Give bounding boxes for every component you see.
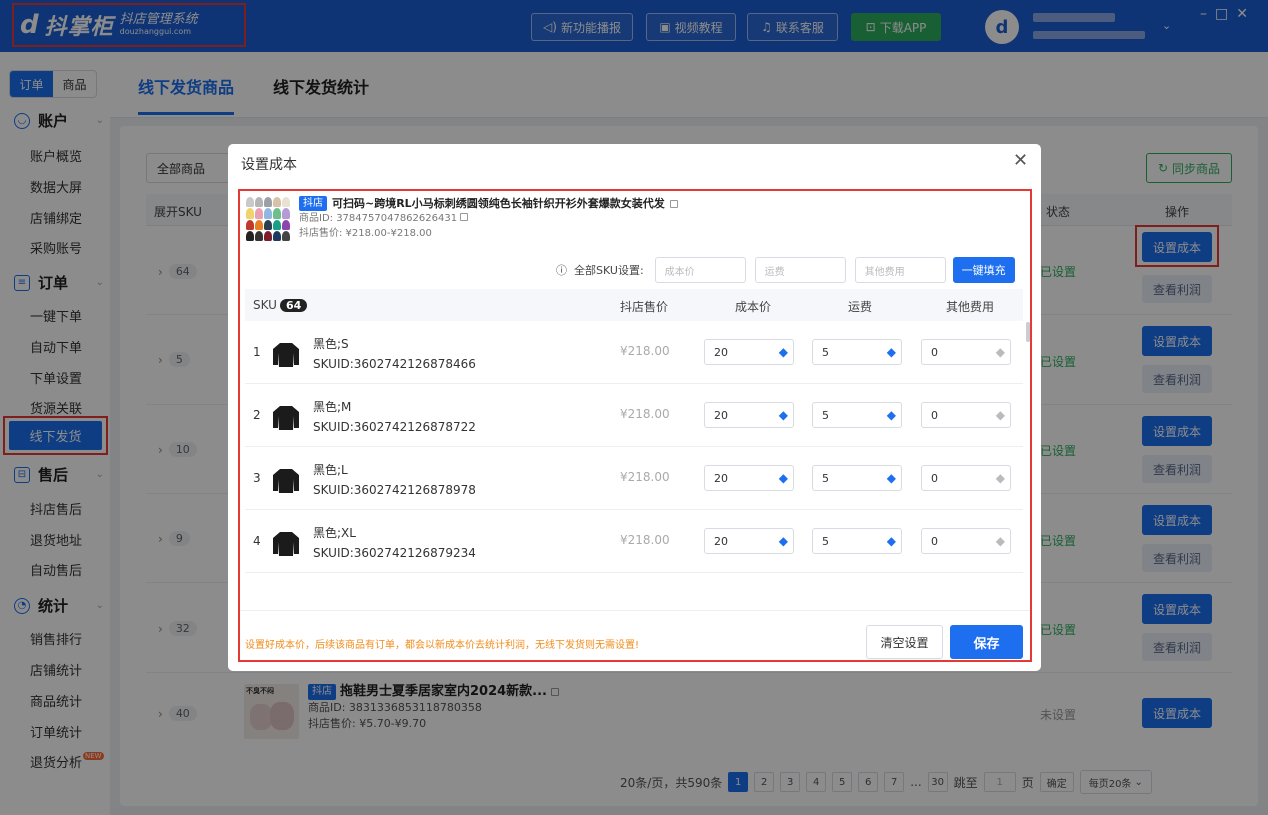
other-fee-input[interactable]: 0 ◆ xyxy=(921,402,1011,428)
fill-icon[interactable]: ◆ xyxy=(779,471,788,485)
shop-tag: 抖店 xyxy=(299,196,327,211)
header-price: 抖店售价 xyxy=(620,300,669,314)
other-fee-input[interactable]: 0 ◆ xyxy=(921,339,1011,365)
row-index: 2 xyxy=(253,408,261,422)
fill-icon[interactable]: ◆ xyxy=(779,408,788,422)
sku-price: ¥218.00 xyxy=(620,344,670,358)
fill-icon[interactable]: ◆ xyxy=(996,408,1005,422)
sku-table-scrollbar[interactable] xyxy=(1026,322,1030,342)
sku-table: SKU 64 抖店售价 成本价 运费 其他费用 1 黑色;S SKUID:36027… xyxy=(245,289,1023,591)
table-row: 2 黑色;M SKUID:3602742126878722 ¥218.00 20 ◆… xyxy=(245,384,1023,447)
fill-icon[interactable]: ◆ xyxy=(887,471,896,485)
sku-name: 黑色;L xyxy=(313,463,348,477)
shipping-input[interactable]: 5 ◆ xyxy=(812,528,902,554)
sku-id: SKUID:3602742126878466 xyxy=(313,357,476,371)
fill-icon[interactable]: ◆ xyxy=(887,534,896,548)
sweater-thumbnail xyxy=(273,532,299,556)
shipping-value: 5 xyxy=(822,345,829,359)
sweater-thumbnail xyxy=(273,406,299,430)
save-button[interactable]: 保存 xyxy=(950,625,1023,659)
sku-id: SKUID:3602742126878722 xyxy=(313,420,476,434)
shipping-value: 5 xyxy=(822,408,829,422)
all-shipping-input[interactable]: 运费 xyxy=(754,257,846,283)
fill-icon[interactable]: ◆ xyxy=(996,471,1005,485)
cost-value: 20 xyxy=(714,534,728,548)
cost-value: 20 xyxy=(714,408,728,422)
table-row: 3 黑色;L SKUID:3602742126878978 ¥218.00 20 ◆… xyxy=(245,447,1023,510)
product-id: 商品ID: 3784757047862626431 xyxy=(299,213,458,224)
row-index: 1 xyxy=(253,345,261,359)
help-icon[interactable]: ⓘ xyxy=(556,262,567,278)
table-row: 4 黑色;XL SKUID:3602742126879234 ¥218.00 20… xyxy=(245,510,1023,573)
fill-icon[interactable]: ◆ xyxy=(887,408,896,422)
all-cost-input[interactable]: 成本价 xyxy=(654,257,746,283)
other-fee-input[interactable]: 0 ◆ xyxy=(921,528,1011,554)
fill-icon[interactable]: ◆ xyxy=(779,345,788,359)
sku-name: 黑色;S xyxy=(313,337,349,351)
copy-icon[interactable] xyxy=(460,213,469,221)
sku-price: ¥218.00 xyxy=(620,533,670,547)
clear-settings-button[interactable]: 清空设置 xyxy=(866,625,943,659)
modal-footer-divider xyxy=(240,610,1030,611)
table-row-partial xyxy=(245,573,1023,591)
header-other-fee: 其他费用 xyxy=(946,300,995,314)
header-sku: SKU xyxy=(253,298,277,312)
modal-title: 设置成本 xyxy=(241,157,297,173)
shipping-input[interactable]: 5 ◆ xyxy=(812,402,902,428)
row-index: 3 xyxy=(253,471,261,485)
fill-icon[interactable]: ◆ xyxy=(996,345,1005,359)
sku-table-header: SKU 64 抖店售价 成本价 运费 其他费用 xyxy=(245,289,1023,321)
header-shipping: 运费 xyxy=(848,300,873,314)
other-fee-value: 0 xyxy=(931,534,938,548)
fill-icon[interactable]: ◆ xyxy=(887,345,896,359)
all-sku-label: 全部SKU设置: xyxy=(574,264,644,277)
cost-input[interactable]: 20 ◆ xyxy=(704,402,794,428)
fill-icon[interactable]: ◆ xyxy=(996,534,1005,548)
product-info: 抖店 可扫码~跨境RL小马标刺绣圆领纯色长袖针织开衫外套爆款女装代发 商品ID: … xyxy=(299,196,678,241)
one-click-fill-button[interactable]: 一键填充 xyxy=(952,257,1015,283)
cost-input[interactable]: 20 ◆ xyxy=(704,339,794,365)
sku-count-badge: 64 xyxy=(279,299,308,312)
all-other-fee-input[interactable]: 其他费用 xyxy=(854,257,946,283)
close-icon[interactable]: ✕ xyxy=(1013,150,1028,171)
other-fee-value: 0 xyxy=(931,345,938,359)
set-cost-modal: 设置成本 ✕ 抖店 可扫码~跨境RL小马标刺绣圆领纯色长袖针织开衫外套爆款女装代发… xyxy=(228,144,1041,671)
sku-id: SKUID:3602742126878978 xyxy=(313,483,476,497)
other-fee-input[interactable]: 0 ◆ xyxy=(921,465,1011,491)
product-title[interactable]: 可扫码~跨境RL小马标刺绣圆领纯色长袖针织开衫外套爆款女装代发 xyxy=(332,196,665,211)
header-cost: 成本价 xyxy=(735,300,772,314)
cost-input[interactable]: 20 ◆ xyxy=(704,465,794,491)
shipping-input[interactable]: 5 ◆ xyxy=(812,339,902,365)
other-fee-value: 0 xyxy=(931,471,938,485)
fill-icon[interactable]: ◆ xyxy=(779,534,788,548)
sweater-thumbnail xyxy=(273,343,299,367)
other-fee-value: 0 xyxy=(931,408,938,422)
sku-id: SKUID:3602742126879234 xyxy=(313,546,476,560)
shipping-input[interactable]: 5 ◆ xyxy=(812,465,902,491)
cost-input[interactable]: 20 ◆ xyxy=(704,528,794,554)
shipping-value: 5 xyxy=(822,471,829,485)
sku-name: 黑色;M xyxy=(313,400,352,414)
cost-value: 20 xyxy=(714,471,728,485)
row-index: 4 xyxy=(253,534,261,548)
product-price: 抖店售价: ¥218.00-¥218.00 xyxy=(299,228,432,239)
cost-tip-text: 设置好成本价，后续该商品有订单，都会以新成本价去统计利润，无线下发货则无需设置! xyxy=(245,640,640,651)
copy-icon[interactable] xyxy=(669,199,678,208)
sweater-thumbnail xyxy=(273,469,299,493)
sku-price: ¥218.00 xyxy=(620,470,670,484)
sku-price: ¥218.00 xyxy=(620,407,670,421)
table-row: 1 黑色;S SKUID:3602742126878466 ¥218.00 20 ◆… xyxy=(245,321,1023,384)
all-sku-settings: ⓘ 全部SKU设置: 成本价 运费 其他费用 一键填充 xyxy=(556,257,1015,283)
cost-value: 20 xyxy=(714,345,728,359)
shipping-value: 5 xyxy=(822,534,829,548)
product-thumbnail xyxy=(246,197,290,241)
sku-name: 黑色;XL xyxy=(313,526,356,540)
